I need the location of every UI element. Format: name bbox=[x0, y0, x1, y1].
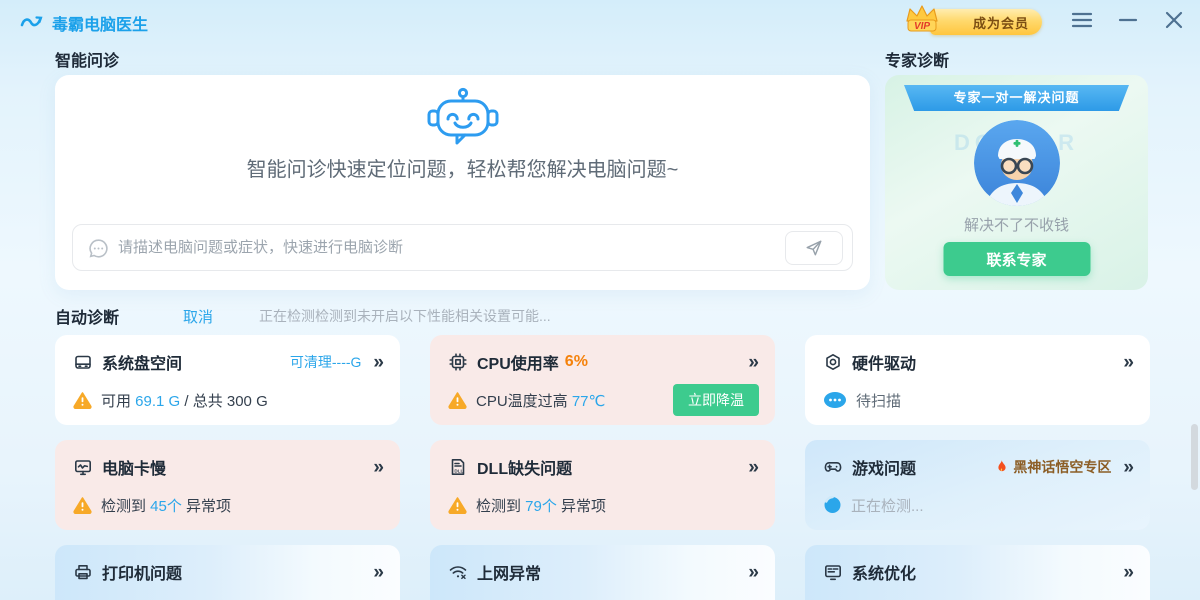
chevron-right-icon[interactable]: » bbox=[373, 458, 384, 477]
card-driver[interactable]: 硬件驱动 » 待扫描 bbox=[805, 335, 1150, 425]
card-title: 系统优化 bbox=[852, 560, 916, 584]
chevron-right-icon[interactable]: » bbox=[1123, 563, 1134, 582]
card-status-row: 检测到 45个 异常项 bbox=[73, 491, 384, 519]
app-title: 毒霸电脑医生 bbox=[52, 11, 148, 35]
card-status-text: 待扫描 bbox=[856, 390, 901, 411]
card-status-row: 检测到 79个 异常项 bbox=[448, 491, 759, 519]
smart-consult-tagline: 智能问诊快速定位问题，轻松帮您解决电脑问题~ bbox=[55, 153, 870, 182]
auto-diagnosis-header: 自动诊断 bbox=[55, 304, 119, 328]
menu-icon[interactable] bbox=[1070, 10, 1094, 30]
card-status-text: 正在检测... bbox=[851, 495, 924, 516]
expert-note: 解决不了不收钱 bbox=[885, 214, 1148, 235]
card-title: 打印机问题 bbox=[102, 560, 182, 584]
card-printer[interactable]: 打印机问题 » bbox=[55, 545, 400, 600]
svg-text:DLL: DLL bbox=[454, 469, 463, 474]
paper-plane-icon bbox=[805, 239, 823, 257]
card-game[interactable]: 游戏问题 黑神话悟空专区 » 正在检测... bbox=[805, 440, 1150, 530]
dll-file-icon: DLL bbox=[448, 457, 468, 477]
monitor-tune-icon bbox=[823, 562, 843, 582]
card-title: 电脑卡慢 bbox=[102, 455, 166, 479]
diagnosis-grid: 系统盘空间 可清理----G » 可用 69.1 G / 总共 300 G CP… bbox=[55, 335, 1150, 600]
auto-diagnosis-status: 正在检测检测到未开启以下性能相关设置可能... bbox=[259, 306, 551, 326]
ellipsis-badge-icon bbox=[823, 391, 847, 409]
printer-icon bbox=[73, 562, 93, 582]
cancel-link[interactable]: 取消 bbox=[183, 306, 213, 327]
robot-icon bbox=[425, 87, 501, 149]
expert-ribbon: 专家一对一解决问题 bbox=[904, 85, 1129, 111]
card-meta: 可清理----G bbox=[290, 352, 362, 372]
scrollbar-thumb[interactable] bbox=[1191, 424, 1198, 490]
expert-header: 专家诊断 bbox=[885, 47, 949, 71]
card-status-row: 待扫描 bbox=[823, 386, 1134, 414]
hex-nut-icon bbox=[823, 352, 843, 372]
card-status-row: 可用 69.1 G / 总共 300 G bbox=[73, 386, 384, 414]
card-status-text: CPU温度过高 77℃ bbox=[476, 390, 605, 411]
card-meta: 黑神话悟空专区 bbox=[994, 457, 1111, 477]
smart-consult-header: 智能问诊 bbox=[55, 47, 119, 71]
wifi-error-icon bbox=[448, 562, 468, 582]
minimize-icon[interactable] bbox=[1116, 10, 1140, 30]
card-slow[interactable]: 电脑卡慢 » 检测到 45个 异常项 bbox=[55, 440, 400, 530]
auto-diagnosis-row: 自动诊断 取消 正在检测检测到未开启以下性能相关设置可能... bbox=[55, 305, 1150, 327]
chevron-right-icon[interactable]: » bbox=[1123, 458, 1134, 477]
card-cpu[interactable]: CPU使用率 6% » CPU温度过高 77℃ 立即降温 bbox=[430, 335, 775, 425]
question-input[interactable] bbox=[118, 226, 738, 269]
card-title: CPU使用率 bbox=[477, 350, 559, 374]
card-title: 上网异常 bbox=[477, 560, 541, 584]
warning-icon bbox=[448, 496, 467, 514]
chevron-right-icon[interactable]: » bbox=[373, 353, 384, 372]
card-title: 硬件驱动 bbox=[852, 350, 916, 374]
card-status-text: 检测到 79个 异常项 bbox=[476, 495, 606, 516]
monitor-pulse-icon bbox=[73, 457, 93, 477]
svg-text:VIP: VIP bbox=[914, 21, 930, 32]
card-system[interactable]: 系统优化 » bbox=[805, 545, 1150, 600]
titlebar: 毒霸电脑医生 成为会员 VIP bbox=[0, 0, 1200, 40]
vip-crown-icon: VIP bbox=[903, 3, 941, 37]
expert-card: 专家一对一解决问题 DOCTOR 解决不了不收钱 联系专家 bbox=[885, 75, 1148, 290]
card-status-row: 正在检测... bbox=[823, 491, 1134, 519]
warning-icon bbox=[73, 496, 92, 514]
doctor-avatar bbox=[974, 120, 1060, 206]
card-status-text: 检测到 45个 异常项 bbox=[101, 495, 231, 516]
warning-icon bbox=[448, 391, 467, 409]
contact-expert-button[interactable]: 联系专家 bbox=[943, 242, 1090, 276]
chevron-right-icon[interactable]: » bbox=[373, 563, 384, 582]
card-value: 6% bbox=[565, 353, 588, 371]
hard-disk-icon bbox=[73, 352, 93, 372]
card-title: 游戏问题 bbox=[852, 455, 916, 479]
warning-icon bbox=[73, 391, 92, 409]
card-title: DLL缺失问题 bbox=[477, 455, 572, 479]
send-button[interactable] bbox=[785, 231, 843, 265]
card-network[interactable]: 上网异常 » bbox=[430, 545, 775, 600]
chat-bubble-icon bbox=[88, 238, 109, 259]
smart-consult-card: 智能问诊快速定位问题，轻松帮您解决电脑问题~ bbox=[55, 75, 870, 290]
card-status-row: CPU温度过高 77℃ 立即降温 bbox=[448, 386, 759, 414]
chevron-right-icon[interactable]: » bbox=[748, 353, 759, 372]
flame-icon bbox=[994, 459, 1009, 475]
cpu-chip-icon bbox=[448, 352, 468, 372]
close-icon[interactable] bbox=[1162, 10, 1186, 30]
duba-logo-icon bbox=[20, 9, 44, 31]
cool-down-button[interactable]: 立即降温 bbox=[673, 384, 759, 416]
card-disk[interactable]: 系统盘空间 可清理----G » 可用 69.1 G / 总共 300 G bbox=[55, 335, 400, 425]
question-input-box bbox=[72, 224, 853, 271]
vip-label: 成为会员 bbox=[973, 13, 1029, 32]
chevron-right-icon[interactable]: » bbox=[748, 563, 759, 582]
card-status-text: 可用 69.1 G / 总共 300 G bbox=[101, 390, 268, 411]
chevron-right-icon[interactable]: » bbox=[748, 458, 759, 477]
spinner-icon bbox=[823, 496, 842, 514]
card-dll[interactable]: DLL DLL缺失问题 » 检测到 79个 异常项 bbox=[430, 440, 775, 530]
chevron-right-icon[interactable]: » bbox=[1123, 353, 1134, 372]
card-title: 系统盘空间 bbox=[102, 350, 182, 374]
become-vip-button[interactable]: 成为会员 VIP bbox=[903, 5, 1043, 35]
gamepad-icon bbox=[823, 457, 843, 477]
